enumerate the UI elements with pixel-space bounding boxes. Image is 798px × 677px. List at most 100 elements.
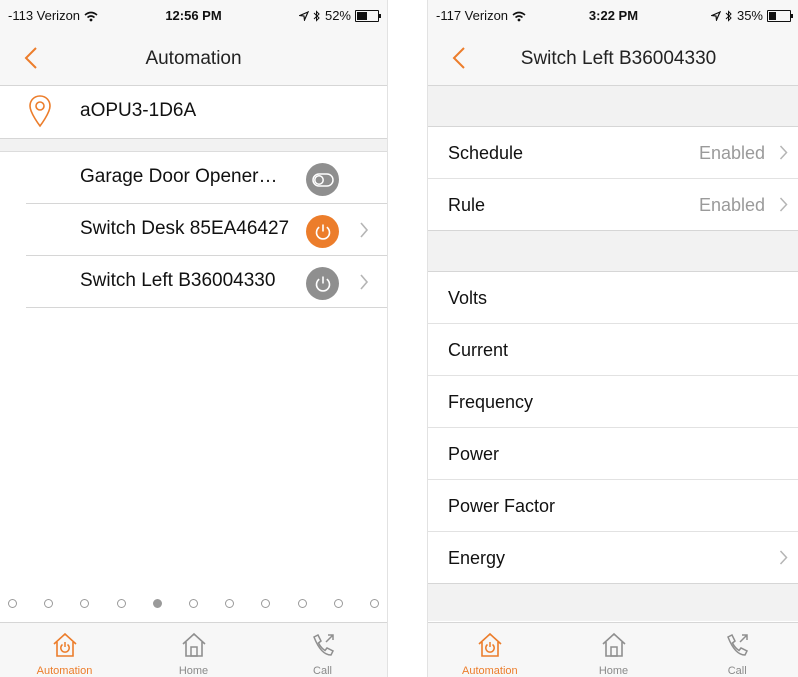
chevron-right-icon bbox=[358, 272, 370, 292]
tab-call[interactable]: Call bbox=[258, 623, 387, 677]
setting-row-frequency: Frequency bbox=[428, 376, 798, 428]
power-icon bbox=[315, 224, 330, 240]
battery-level bbox=[769, 11, 776, 20]
setting-row-volts: Volts bbox=[428, 272, 798, 324]
tab-label: Call bbox=[727, 665, 747, 677]
page-title: Automation bbox=[145, 48, 242, 69]
house-power-icon bbox=[478, 632, 502, 657]
setting-row-power: Power bbox=[428, 428, 798, 480]
page-dot[interactable] bbox=[225, 599, 235, 608]
power-icon bbox=[315, 276, 330, 292]
battery-level bbox=[357, 11, 367, 20]
setting-row-schedule[interactable]: Schedule Enabled bbox=[428, 127, 798, 179]
page-dot[interactable] bbox=[188, 599, 198, 608]
map-pin-icon bbox=[29, 95, 51, 128]
setting-label: Current bbox=[448, 340, 509, 360]
page-dot[interactable] bbox=[369, 599, 379, 608]
section-gap bbox=[0, 139, 387, 152]
phone-call-icon bbox=[727, 633, 749, 656]
status-right: 35% bbox=[710, 8, 793, 23]
battery-icon bbox=[767, 9, 793, 22]
page-dot[interactable] bbox=[44, 599, 54, 608]
settings-group-measurements: Volts Current Frequency Power Power Fact… bbox=[428, 272, 798, 584]
row-divider bbox=[26, 307, 387, 308]
device-list: Garage Door Opener… Switch Desk 85EA4642… bbox=[0, 152, 387, 308]
switch-left-power-button[interactable] bbox=[306, 267, 339, 300]
battery-icon bbox=[355, 9, 381, 22]
tab-bar: Automation Home Call bbox=[428, 622, 798, 677]
battery-percent: 35% bbox=[736, 8, 763, 23]
status-bar: -117 Verizon 3:22 PM 35% bbox=[428, 6, 798, 26]
setting-label: Frequency bbox=[448, 392, 534, 412]
status-bar: -113 Verizon 12:56 PM 52% bbox=[0, 6, 387, 26]
page-title: Switch Left B36004330 bbox=[520, 48, 717, 69]
tab-bar: Automation Home Call bbox=[0, 622, 387, 677]
device-row-garage[interactable]: Garage Door Opener… bbox=[0, 152, 387, 204]
bluetooth-icon bbox=[313, 9, 320, 22]
switch-desk-power-button[interactable] bbox=[306, 215, 339, 248]
location-name: aOPU3-1D6A bbox=[80, 100, 197, 121]
setting-value: Enabled bbox=[698, 143, 765, 163]
device-name: Garage Door Opener… bbox=[80, 166, 278, 187]
status-right: 52% bbox=[298, 8, 381, 23]
chevron-right-icon bbox=[358, 220, 370, 240]
device-row-switch-desk[interactable]: Switch Desk 85EA46427 bbox=[0, 204, 387, 256]
tab-home[interactable]: Home bbox=[129, 623, 258, 677]
setting-value: Enabled bbox=[698, 195, 765, 215]
location-row[interactable]: aOPU3-1D6A bbox=[0, 86, 387, 139]
tab-label: Automation bbox=[462, 665, 518, 677]
device-detail-screen: -117 Verizon 3:22 PM 35% Switch Left B36… bbox=[427, 0, 798, 677]
tab-label: Call bbox=[313, 665, 332, 677]
automation-screen: -113 Verizon 12:56 PM 52% Automation aOP… bbox=[0, 0, 388, 677]
setting-row-rule[interactable]: Rule Enabled bbox=[428, 179, 798, 231]
section-gap bbox=[428, 86, 798, 127]
page-indicator[interactable] bbox=[0, 599, 387, 615]
page-dot[interactable] bbox=[152, 599, 162, 608]
device-name: Switch Desk 85EA46427 bbox=[80, 218, 290, 239]
device-row-switch-left[interactable]: Switch Left B36004330 bbox=[0, 256, 387, 308]
tab-home[interactable]: Home bbox=[552, 623, 676, 677]
setting-label: Energy bbox=[448, 548, 506, 568]
chevron-right-icon bbox=[778, 143, 789, 162]
chevron-right-icon bbox=[778, 548, 789, 567]
garage-toggle-button[interactable] bbox=[306, 163, 339, 196]
toggle-switch-icon bbox=[311, 172, 334, 187]
location-arrow-icon bbox=[710, 10, 721, 21]
page-dot[interactable] bbox=[80, 599, 90, 608]
tab-automation[interactable]: Automation bbox=[0, 623, 129, 677]
house-power-icon bbox=[52, 632, 77, 657]
settings-group-automation: Schedule Enabled Rule Enabled bbox=[428, 127, 798, 231]
house-icon bbox=[181, 632, 206, 657]
page-dot[interactable] bbox=[116, 599, 126, 608]
setting-row-current: Current bbox=[428, 324, 798, 376]
tab-label: Home bbox=[598, 665, 629, 677]
settings-content: Schedule Enabled Rule Enabled Volts Curr… bbox=[428, 86, 798, 621]
house-icon bbox=[601, 632, 626, 657]
top-bar: -113 Verizon 12:56 PM 52% Automation bbox=[0, 0, 387, 86]
page-dot[interactable] bbox=[333, 599, 343, 608]
setting-row-energy[interactable]: Energy bbox=[428, 532, 798, 584]
top-bar: -117 Verizon 3:22 PM 35% Switch Left B36… bbox=[428, 0, 798, 86]
tab-label: Automation bbox=[36, 665, 93, 677]
chevron-right-icon bbox=[778, 195, 789, 214]
setting-row-power-factor: Power Factor bbox=[428, 480, 798, 532]
battery-percent: 52% bbox=[324, 8, 351, 23]
setting-label: Power bbox=[448, 444, 500, 464]
tab-automation[interactable]: Automation bbox=[428, 623, 552, 677]
setting-label: Volts bbox=[448, 288, 488, 308]
section-gap bbox=[428, 231, 798, 272]
page-dot[interactable] bbox=[261, 599, 271, 608]
device-name: Switch Left B36004330 bbox=[80, 270, 276, 291]
setting-label: Rule bbox=[448, 195, 486, 215]
nav-bar: Switch Left B36004330 bbox=[428, 38, 798, 82]
tab-call[interactable]: Call bbox=[675, 623, 798, 677]
tab-label: Home bbox=[178, 665, 209, 677]
location-arrow-icon bbox=[298, 10, 309, 21]
setting-label: Power Factor bbox=[448, 496, 556, 516]
nav-bar: Automation bbox=[0, 38, 387, 82]
page-dot[interactable] bbox=[8, 599, 17, 608]
bluetooth-icon bbox=[725, 9, 732, 22]
setting-label: Schedule bbox=[448, 143, 524, 163]
phone-call-icon bbox=[312, 633, 334, 656]
page-dot[interactable] bbox=[297, 599, 307, 608]
